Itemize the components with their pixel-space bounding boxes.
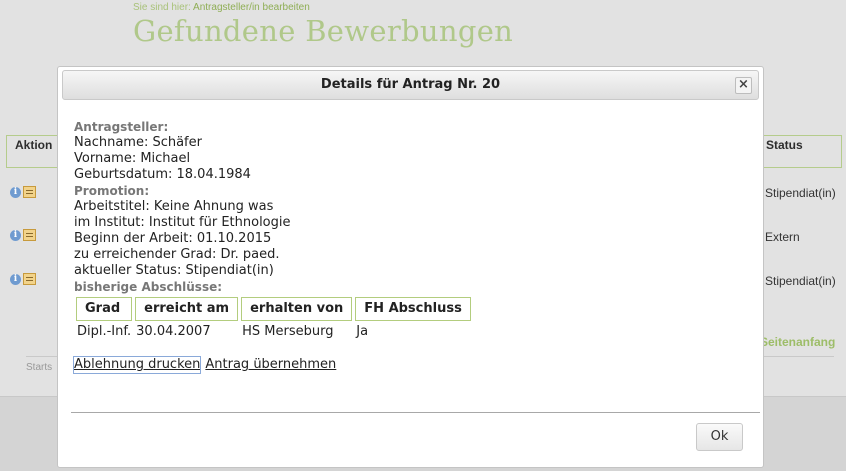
dialog-title: Details für Antrag Nr. 20	[320, 77, 501, 92]
status-cell: Stipendiat(in)	[765, 274, 836, 288]
column-header: Grad	[76, 297, 133, 321]
dialog-actions: Ablehnung drucken Antrag übernehmen	[72, 356, 744, 374]
dialog-divider	[71, 412, 760, 413]
status-cell: Stipendiat(in)	[765, 186, 836, 200]
vorname-line: Vorname: Michael	[74, 151, 191, 166]
row-actions: i	[10, 186, 36, 198]
arbeitstitel-line: Arbeitstitel: Keine Ahnung was	[74, 199, 274, 214]
table-row: Dipl.-Inf. 30.04.2007 HS Merseburg Ja	[76, 321, 471, 343]
table-cell: HS Merseburg	[242, 324, 334, 339]
edit-icon[interactable]	[23, 229, 36, 241]
table-cell: 30.04.2007	[136, 324, 211, 339]
breadcrumb: Sie sind hier: Antragsteller/in bearbeit…	[133, 2, 310, 13]
breadcrumb-link[interactable]: Antragsteller/in bearbeiten	[193, 2, 310, 13]
info-icon[interactable]: i	[10, 186, 21, 198]
breadcrumb-prefix: Sie sind hier:	[133, 2, 191, 13]
row-actions: i	[10, 229, 36, 241]
footer-link[interactable]: Starts	[26, 362, 52, 373]
grad-line: zu erreichender Grad: Dr. paed.	[74, 247, 280, 262]
abschluesse-heading: bisherige Abschlüsse:	[74, 280, 223, 294]
accept-application-link[interactable]: Antrag übernehmen	[205, 357, 336, 373]
dialog-titlebar[interactable]: Details für Antrag Nr. 20 ×	[62, 70, 759, 100]
geburtsdatum-line: Geburtsdatum: 18.04.1984	[74, 167, 251, 182]
info-icon[interactable]: i	[10, 273, 21, 285]
status-cell: Extern	[765, 230, 800, 244]
print-rejection-link[interactable]: Ablehnung drucken	[72, 356, 202, 374]
column-header: FH Abschluss	[355, 297, 471, 321]
page-title: Gefundene Bewerbungen	[133, 14, 514, 48]
table-cell: Ja	[356, 324, 369, 339]
scroll-to-top-link[interactable]: Seitenanfang	[760, 335, 835, 349]
antragsteller-heading: Antragsteller:	[74, 120, 169, 134]
column-header-status: Status	[763, 135, 842, 168]
edit-icon[interactable]	[23, 273, 36, 285]
dialog-content: Antragsteller: Nachname: Schäfer Vorname…	[72, 119, 744, 374]
nachname-line: Nachname: Schäfer	[74, 135, 202, 150]
column-header: erhalten von	[241, 297, 353, 321]
close-icon[interactable]: ×	[735, 77, 752, 94]
column-header-aktion: Aktion	[6, 135, 58, 168]
institut-line: im Institut: Institut für Ethnologie	[74, 215, 291, 230]
abschluesse-table: Grad erreicht am erhalten von FH Abschlu…	[73, 297, 474, 343]
details-dialog: Details für Antrag Nr. 20 × Antragstelle…	[57, 66, 764, 468]
column-header: erreicht am	[135, 297, 239, 321]
table-header-row: Grad erreicht am erhalten von FH Abschlu…	[76, 297, 471, 321]
promotion-heading: Promotion:	[74, 184, 150, 198]
table-cell: Dipl.-Inf.	[77, 324, 132, 339]
ok-button[interactable]: Ok	[696, 423, 743, 451]
info-icon[interactable]: i	[10, 229, 21, 241]
status-line: aktueller Status: Stipendiat(in)	[74, 263, 274, 278]
edit-icon[interactable]	[23, 186, 36, 198]
row-actions: i	[10, 273, 36, 285]
beginn-line: Beginn der Arbeit: 01.10.2015	[74, 231, 272, 246]
